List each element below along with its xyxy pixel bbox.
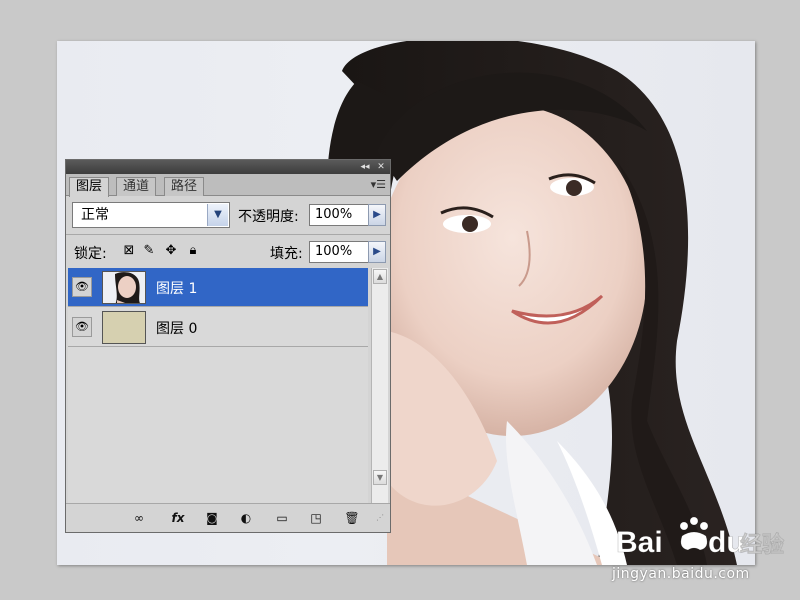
layers-scrollbar[interactable]: ▲ ▼ <box>371 268 388 504</box>
svg-text:经验: 经验 <box>740 532 784 558</box>
baidu-logo: Bai du 经验 <box>616 516 784 559</box>
opacity-slider-arrow-icon[interactable]: ▶ <box>368 204 386 226</box>
group-folder-icon[interactable]: ▭ <box>272 509 292 527</box>
tab-paths[interactable]: 路径 <box>164 177 205 196</box>
panel-footer: ∞ fx ◙ ◐ ▭ ◳ 🗑︎ ⋰ <box>66 503 390 532</box>
layer-name[interactable]: 图层 0 <box>156 318 197 338</box>
baidu-watermark: Bai du 经验 jingyan.baidu.com <box>612 512 788 592</box>
blend-mode-value: 正常 <box>81 207 109 223</box>
lock-image-brush-icon[interactable]: ✎ <box>142 244 156 258</box>
svg-text:Bai: Bai <box>616 526 663 559</box>
fill-label: 填充: <box>270 246 303 262</box>
scroll-up-icon[interactable]: ▲ <box>373 269 387 284</box>
lock-all-icon[interactable]: 🔒︎ <box>186 244 200 258</box>
layers-list: 👁︎ 图层 1 👁︎ 图层 0 <box>68 268 368 504</box>
lock-transparent-icon[interactable]: ⊠ <box>122 244 136 258</box>
resize-grip-icon[interactable]: ⋰ <box>374 509 386 527</box>
link-layers-icon[interactable]: ∞ <box>128 509 150 527</box>
watermark-url: jingyan.baidu.com <box>612 566 750 582</box>
layer-name[interactable]: 图层 1 <box>156 278 197 298</box>
collapse-icon[interactable]: ◂◂ <box>358 161 372 173</box>
new-layer-icon[interactable]: ◳ <box>306 509 326 527</box>
opacity-input[interactable]: 100% <box>309 204 371 226</box>
layers-panel: ◂◂ ✕ 图层 通道 路径 ▾☰ 正常 ▼ 不透明度: 100% ▶ 锁定: ⊠… <box>65 159 391 533</box>
layer-row-0[interactable]: 👁︎ 图层 0 <box>68 308 368 347</box>
panel-tabs: 图层 通道 路径 ▾☰ <box>66 174 390 197</box>
tab-layers[interactable]: 图层 <box>69 177 110 197</box>
divider <box>66 234 390 235</box>
layer-thumbnail-portrait <box>102 271 146 304</box>
close-icon[interactable]: ✕ <box>374 161 388 173</box>
tab-channels[interactable]: 通道 <box>116 177 157 196</box>
layer-thumbnail-texture <box>102 311 146 344</box>
fill-slider-arrow-icon[interactable]: ▶ <box>368 241 386 263</box>
adjustment-icon[interactable]: ◐ <box>236 509 256 527</box>
blend-mode-select[interactable]: 正常 ▼ <box>72 202 230 228</box>
layer-row-1[interactable]: 👁︎ 图层 1 <box>68 268 368 307</box>
eye-icon[interactable]: 👁︎ <box>72 317 92 337</box>
lock-position-move-icon[interactable]: ✥ <box>164 244 178 258</box>
scroll-down-icon[interactable]: ▼ <box>373 470 387 485</box>
chevron-down-icon[interactable]: ▼ <box>207 204 228 226</box>
fill-input[interactable]: 100% <box>309 241 371 263</box>
eye-icon[interactable]: 👁︎ <box>72 277 92 297</box>
opacity-label: 不透明度: <box>238 209 299 225</box>
trash-icon[interactable]: 🗑︎ <box>342 509 362 527</box>
panel-titlebar[interactable]: ◂◂ ✕ <box>66 160 390 174</box>
lock-label: 锁定: <box>74 246 107 262</box>
mask-icon[interactable]: ◙ <box>202 509 222 527</box>
panel-menu-icon[interactable]: ▾☰ <box>371 178 386 191</box>
fx-icon[interactable]: fx <box>166 509 190 527</box>
